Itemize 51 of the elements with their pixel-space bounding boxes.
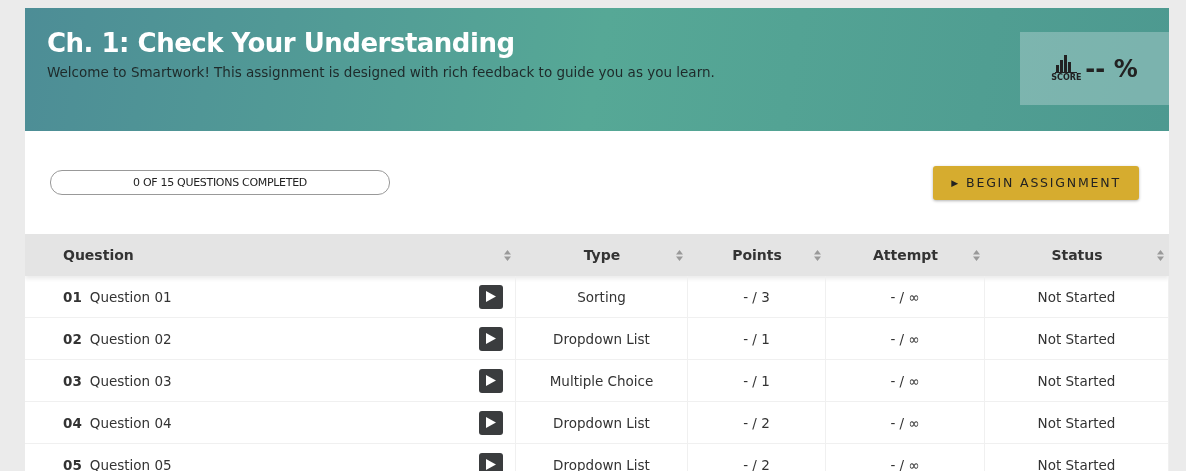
play-icon: [486, 459, 496, 470]
question-title[interactable]: Question 02: [89, 330, 471, 347]
assignment-description: Welcome to Smartwork! This assignment is designed with rich feedback to guide you as you learn.: [47, 64, 715, 80]
question-number: 03: [63, 372, 82, 389]
attempt-cell: - / ∞: [826, 276, 985, 317]
column-header[interactable]: Points: [732, 247, 782, 263]
play-button[interactable]: [479, 452, 503, 471]
column-header[interactable]: Status: [1051, 247, 1103, 263]
type-cell: Multiple Choice: [516, 360, 688, 401]
question-title[interactable]: Question 01: [89, 288, 471, 305]
begin-assignment-button[interactable]: ▶ BEGIN ASSIGNMENT: [933, 165, 1139, 200]
status-cell: Not Started: [985, 318, 1169, 359]
question-title[interactable]: Question 05: [89, 456, 471, 471]
question-title[interactable]: Question 03: [89, 372, 471, 389]
question-number: 01: [63, 288, 82, 305]
question-number: 02: [63, 330, 82, 347]
points-cell: - / 2: [688, 444, 826, 471]
score-label: SCORE: [1051, 73, 1082, 82]
attempt-cell: - / ∞: [826, 360, 985, 401]
attempt-cell: - / ∞: [826, 318, 985, 359]
attempt-cell: - / ∞: [826, 444, 985, 471]
points-cell: - / 1: [688, 360, 826, 401]
type-cell: Dropdown List: [516, 318, 688, 359]
status-cell: Not Started: [985, 402, 1169, 443]
column-header[interactable]: Attempt: [873, 247, 938, 263]
bar-chart-icon: [1055, 55, 1078, 73]
column-header[interactable]: Type: [583, 247, 621, 263]
points-cell: - / 2: [688, 402, 826, 443]
question-number: 04: [63, 414, 82, 431]
play-icon: [486, 375, 496, 386]
score-value: -- %: [1085, 54, 1138, 83]
status-cell: Not Started: [985, 444, 1169, 471]
question-title[interactable]: Question 04: [89, 414, 471, 431]
play-icon: [486, 333, 496, 344]
points-cell: - / 3: [688, 276, 826, 317]
progress-text: 0 OF 15 QUESTIONS COMPLETED: [133, 176, 307, 189]
play-button[interactable]: [479, 326, 503, 351]
play-button[interactable]: [479, 368, 503, 393]
play-button[interactable]: [479, 410, 503, 435]
assignment-title: Ch. 1: Check Your Understanding: [47, 28, 516, 58]
points-cell: - / 1: [688, 318, 826, 359]
play-icon: [486, 291, 496, 302]
status-cell: Not Started: [985, 360, 1169, 401]
attempt-cell: - / ∞: [826, 402, 985, 443]
question-number: 05: [63, 456, 82, 471]
type-cell: Dropdown List: [516, 402, 688, 443]
play-icon: [486, 417, 496, 428]
column-header[interactable]: Question: [63, 247, 134, 263]
play-button[interactable]: [479, 284, 503, 309]
type-cell: Sorting: [516, 276, 688, 317]
status-cell: Not Started: [985, 276, 1169, 317]
